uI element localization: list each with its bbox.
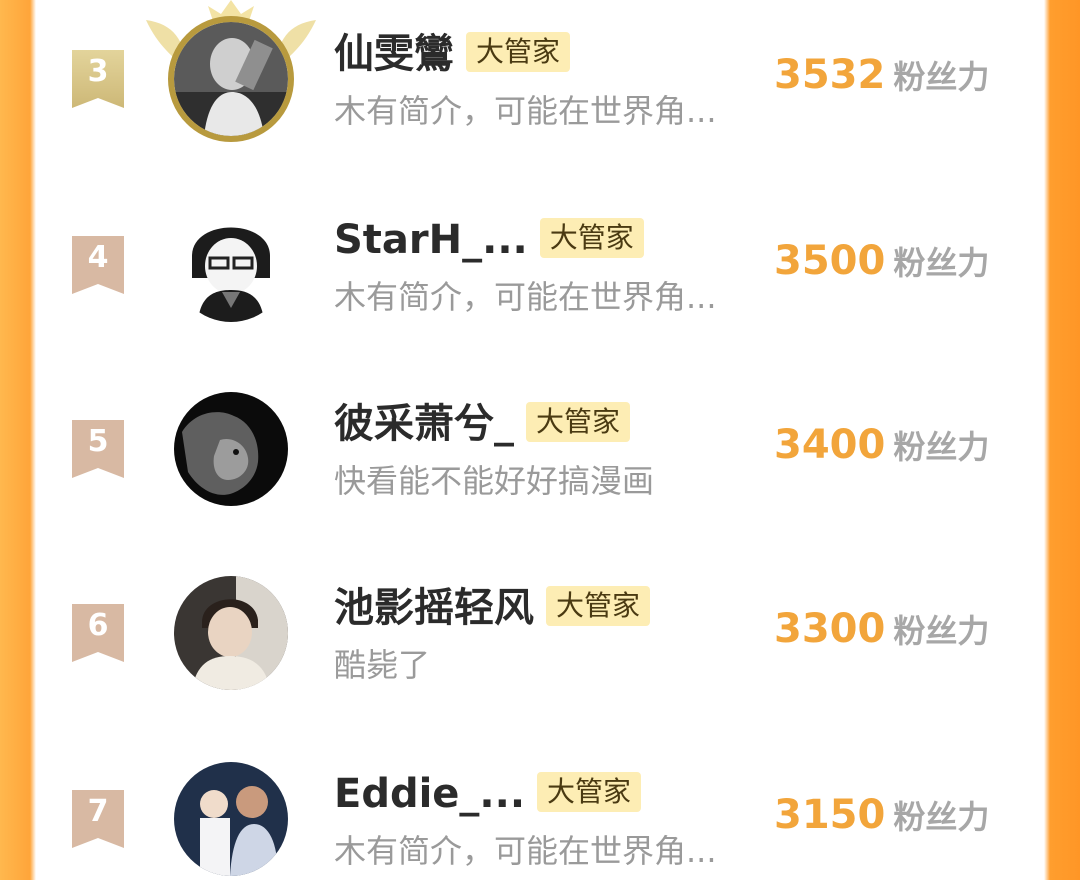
user-bio: 木有简介，可能在世界角... <box>334 832 717 870</box>
user-name-text[interactable]: StarH_... <box>334 217 528 263</box>
user-bio: 木有简介，可能在世界角... <box>334 92 717 130</box>
rank-badge: 5 <box>72 420 124 478</box>
score-unit: 粉丝力 <box>893 428 990 466</box>
score-unit: 粉丝力 <box>893 58 990 96</box>
rank-number: 4 <box>87 240 109 275</box>
user-name[interactable]: Eddie_... 大管家 <box>334 770 642 818</box>
user-name[interactable]: 池影摇轻风 大管家 <box>334 584 651 632</box>
score-value: 3150 <box>774 792 886 838</box>
user-name[interactable]: 彼采萧兮_ 大管家 <box>334 400 631 448</box>
rank-number: 5 <box>87 424 109 459</box>
score: 3400 粉丝力 <box>774 422 989 468</box>
avatar-image <box>174 762 288 876</box>
user-name-text[interactable]: 仙雯鸞 <box>334 31 454 77</box>
rank-number: 7 <box>87 794 109 829</box>
score-value: 3532 <box>774 52 886 98</box>
ranking-row[interactable]: 5 彼采萧兮_ 大管家 快看能不能好好搞漫画 3400 粉丝力 <box>36 380 1044 510</box>
score: 3150 粉丝力 <box>774 792 989 838</box>
user-name[interactable]: StarH_... 大管家 <box>334 216 644 264</box>
role-tag: 大管家 <box>526 402 631 442</box>
rank-badge: 7 <box>72 790 124 848</box>
ranking-row[interactable]: 4 StarH_... 大管家 木有简介，可能在世界角... 3500 粉丝力 <box>36 196 1044 326</box>
score-unit: 粉丝力 <box>893 612 990 650</box>
family-photo-icon <box>174 762 288 876</box>
rank-badge: 6 <box>72 604 124 662</box>
rank-number: 3 <box>87 54 109 89</box>
user-name-text[interactable]: 池影摇轻风 <box>334 585 534 631</box>
score-value: 3400 <box>774 422 886 468</box>
ranking-row[interactable]: 6 池影摇轻风 大管家 酷毙了 3300 粉丝力 <box>36 564 1044 694</box>
rank-number: 6 <box>87 608 109 643</box>
lion-icon <box>174 392 288 506</box>
score-value: 3300 <box>774 606 886 652</box>
person-photo-icon <box>174 576 288 690</box>
role-tag: 大管家 <box>546 586 651 626</box>
score: 3532 粉丝力 <box>774 52 989 98</box>
avatar-image <box>174 208 288 322</box>
score-unit: 粉丝力 <box>893 244 990 282</box>
avatar-image <box>174 576 288 690</box>
avatar[interactable] <box>174 392 288 506</box>
user-name-text[interactable]: Eddie_... <box>334 771 525 817</box>
score-unit: 粉丝力 <box>893 798 990 836</box>
user-bio: 酷毙了 <box>334 646 431 684</box>
score: 3300 粉丝力 <box>774 606 989 652</box>
avatar[interactable] <box>174 576 288 690</box>
gold-ring <box>168 16 294 142</box>
ranking-row[interactable]: 3 仙雯鸞 大管家 木有简介，可能在世界角... 3532 粉丝力 <box>36 0 1044 142</box>
rank-badge: 4 <box>72 236 124 294</box>
role-tag: 大管家 <box>537 772 642 812</box>
role-tag: 大管家 <box>539 218 644 258</box>
anime-character-icon <box>174 208 288 322</box>
avatar-image <box>174 392 288 506</box>
rank-badge: 3 <box>72 50 124 108</box>
user-bio: 木有简介，可能在世界角... <box>334 278 717 316</box>
avatar[interactable] <box>174 762 288 876</box>
avatar[interactable] <box>146 0 316 142</box>
ranking-list: 3 仙雯鸞 大管家 木有简介，可能在世界角... 3532 粉丝力 4 Star… <box>36 0 1044 876</box>
user-bio: 快看能不能好好搞漫画 <box>334 462 655 500</box>
score: 3500 粉丝力 <box>774 238 989 284</box>
ranking-row[interactable]: 7 Eddie_... 大管家 木有简介，可能在世界角... 3150 粉丝力 <box>36 750 1044 880</box>
user-name-text[interactable]: 彼采萧兮_ <box>334 401 514 447</box>
role-tag: 大管家 <box>466 32 571 72</box>
avatar[interactable] <box>174 208 288 322</box>
score-value: 3500 <box>774 238 886 284</box>
user-name[interactable]: 仙雯鸞 大管家 <box>334 30 571 78</box>
